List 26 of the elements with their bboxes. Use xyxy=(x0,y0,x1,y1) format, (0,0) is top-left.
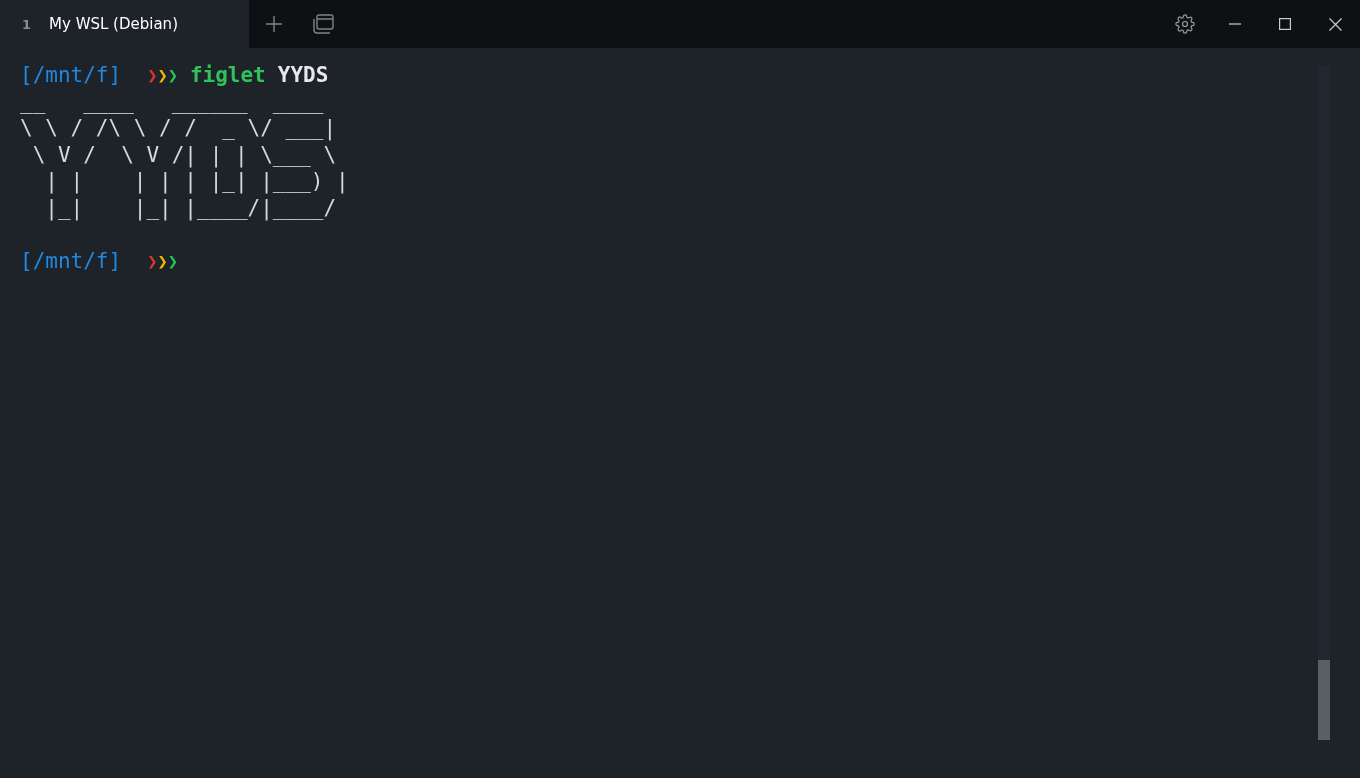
command-text: figlet xyxy=(189,62,266,89)
terminal-tab[interactable]: 1 My WSL (Debian) xyxy=(0,0,249,48)
ascii-art-line: \ V / \ V /| | | \___ \ xyxy=(31,141,338,168)
prompt-chevron: ❯ xyxy=(147,249,158,273)
prompt-chevron: ❯ xyxy=(157,249,168,273)
tab-number: 1 xyxy=(22,16,32,32)
command-argument: YYDS xyxy=(277,62,329,89)
prompt-chevron: ❯ xyxy=(147,64,158,87)
prompt-path: [/mnt/f] xyxy=(20,62,122,89)
settings-icon xyxy=(1175,14,1195,34)
prompt-path: [/mnt/f] xyxy=(20,247,122,274)
scrollbar-track[interactable] xyxy=(1318,66,1330,740)
plus-icon xyxy=(265,15,283,33)
minimize-icon xyxy=(1229,23,1241,25)
ascii-art-line: |_| |_| |____/|____/ xyxy=(44,194,338,221)
ascii-art-line: __ ____ ______ ____ xyxy=(20,88,325,115)
prompt-chevron: ❯ xyxy=(167,249,178,273)
prompt-chevron: ❯ xyxy=(157,64,168,87)
close-icon xyxy=(1328,17,1342,31)
scrollbar-thumb[interactable] xyxy=(1318,660,1330,740)
ascii-art-line: | | | | | |_| |___) | xyxy=(44,168,349,195)
maximize-icon xyxy=(1279,18,1291,30)
windows-icon xyxy=(313,14,335,34)
prompt-chevron: ❯ xyxy=(167,64,178,87)
ascii-art-line: \ \ / /\ \ / / _ \/ ___| xyxy=(20,115,338,142)
tab-title: My WSL (Debian) xyxy=(49,15,178,33)
